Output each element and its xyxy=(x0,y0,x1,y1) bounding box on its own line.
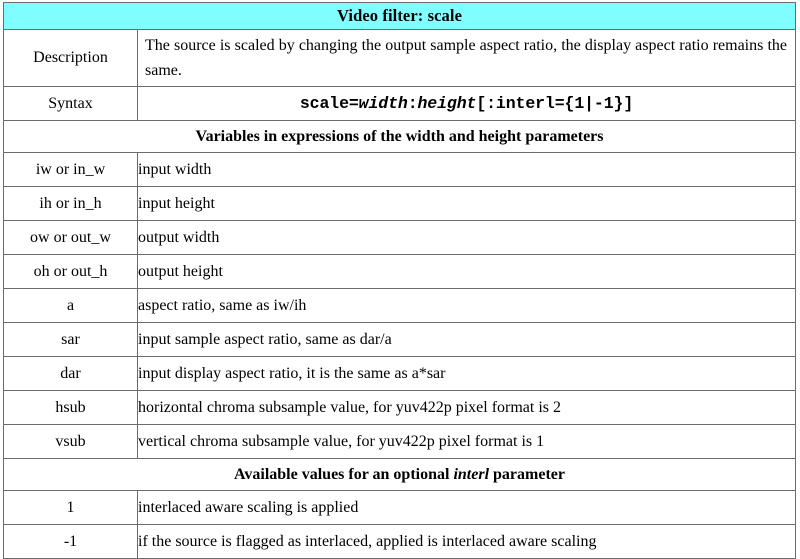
variable-description: input height xyxy=(137,186,796,221)
variable-name: dar xyxy=(3,356,138,391)
table-row: sar input sample aspect ratio, same as d… xyxy=(3,322,796,357)
variable-name: sar xyxy=(3,322,138,357)
interl-section-header: Available values for an optional interl … xyxy=(3,458,796,491)
syntax-height-param: height xyxy=(417,94,477,113)
interl-value-description: if the source is flagged as interlaced, … xyxy=(137,524,796,559)
interl-header-suffix: parameter xyxy=(489,466,565,483)
variable-name: oh or out_h xyxy=(3,254,138,289)
description-label: Description xyxy=(3,29,138,87)
variable-name: a xyxy=(3,288,138,323)
interl-value-name: -1 xyxy=(3,524,138,559)
variable-name: ow or out_w xyxy=(3,220,138,255)
variable-description: output width xyxy=(137,220,796,255)
variable-description: horizontal chroma subsample value, for y… xyxy=(137,390,796,425)
table-row: iw or in_w input width xyxy=(3,152,796,187)
table-row: vsub vertical chroma subsample value, fo… xyxy=(3,424,796,459)
variable-name: ih or in_h xyxy=(3,186,138,221)
variable-name: vsub xyxy=(3,424,138,459)
document-body: Video filter: scale Description The sour… xyxy=(0,0,800,559)
syntax-value: scale=width:height[:interl={1|-1}] xyxy=(137,86,796,121)
table-row-interl-header: Available values for an optional interl … xyxy=(3,458,796,491)
table-title-row: Video filter: scale xyxy=(3,2,796,30)
table-row: ih or in_h input height xyxy=(3,186,796,221)
variable-name: iw or in_w xyxy=(3,152,138,187)
syntax-colon: : xyxy=(407,94,418,113)
interl-header-prefix: Available values for an optional xyxy=(234,466,454,483)
table-row-description: Description The source is scaled by chan… xyxy=(3,29,796,87)
page-title: Video filter: scale xyxy=(3,2,796,30)
syntax-prefix: scale= xyxy=(299,94,359,113)
variable-name: hsub xyxy=(3,390,138,425)
table-row: 1 interlaced aware scaling is applied xyxy=(3,490,796,525)
table-row: ow or out_w output width xyxy=(3,220,796,255)
table-row: oh or out_h output height xyxy=(3,254,796,289)
table-row: a aspect ratio, same as iw/ih xyxy=(3,288,796,323)
interl-value-description: interlaced aware scaling is applied xyxy=(137,490,796,525)
syntax-suffix: [:interl={1|-1}] xyxy=(476,94,634,113)
variable-description: input display aspect ratio, it is the sa… xyxy=(137,356,796,391)
description-text: The source is scaled by changing the out… xyxy=(137,29,796,87)
interl-header-param: interl xyxy=(453,466,490,483)
syntax-width-param: width xyxy=(358,94,408,113)
table-row: hsub horizontal chroma subsample value, … xyxy=(3,390,796,425)
syntax-label: Syntax xyxy=(3,86,138,121)
variable-description: input width xyxy=(137,152,796,187)
table-row: dar input display aspect ratio, it is th… xyxy=(3,356,796,391)
variable-description: vertical chroma subsample value, for yuv… xyxy=(137,424,796,459)
video-filter-scale-table: Video filter: scale Description The sour… xyxy=(3,2,796,559)
variables-section-header: Variables in expressions of the width an… xyxy=(3,120,796,153)
variable-description: input sample aspect ratio, same as dar/a xyxy=(137,322,796,357)
table-row-variables-header: Variables in expressions of the width an… xyxy=(3,120,796,153)
table-row: -1 if the source is flagged as interlace… xyxy=(3,524,796,559)
variable-description: aspect ratio, same as iw/ih xyxy=(137,288,796,323)
table-row-syntax: Syntax scale=width:height[:interl={1|-1}… xyxy=(3,86,796,121)
interl-value-name: 1 xyxy=(3,490,138,525)
variable-description: output height xyxy=(137,254,796,289)
